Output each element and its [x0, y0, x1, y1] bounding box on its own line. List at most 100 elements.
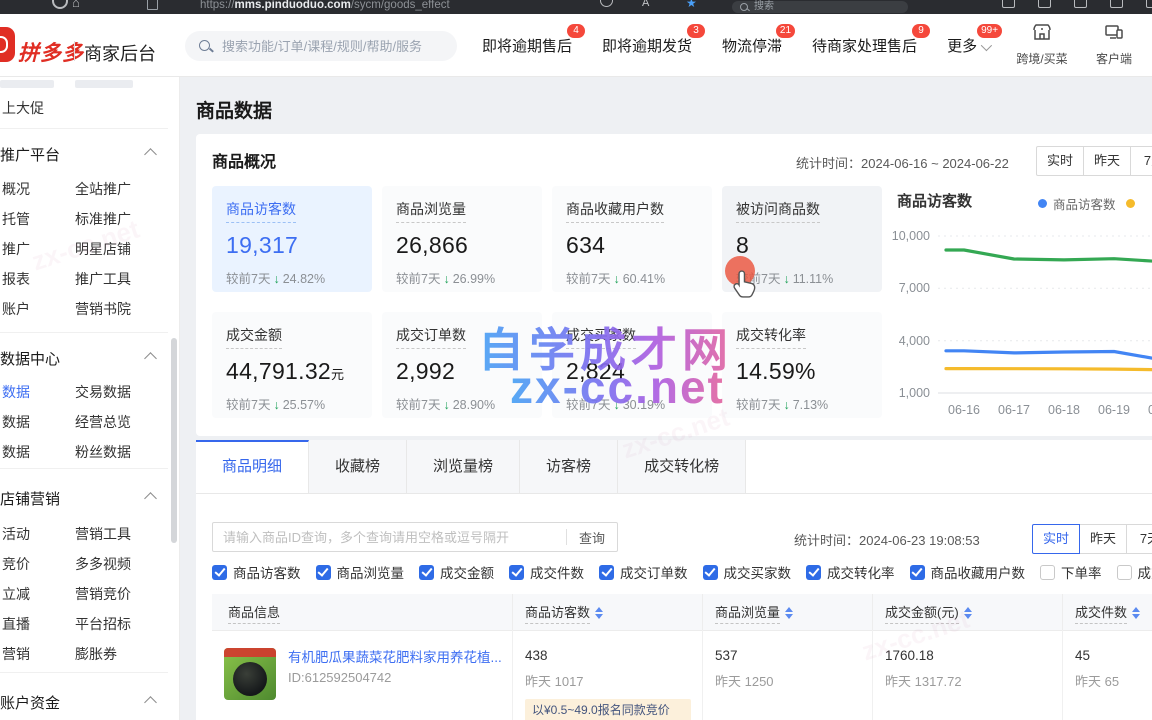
browser-menu-icon[interactable] — [1146, 0, 1152, 8]
chevron-up-icon[interactable] — [144, 492, 157, 505]
range-7day-button[interactable]: 7天 — [1126, 524, 1152, 554]
metric-buyers[interactable]: 成交买家数 — [703, 562, 792, 582]
nav-more[interactable]: 更多99+ — [947, 35, 989, 56]
sidebar-item[interactable]: 推广 — [2, 239, 30, 259]
product-id-input[interactable] — [213, 530, 566, 545]
tab-favorites-rank[interactable]: 收藏榜 — [309, 440, 407, 493]
chevron-up-icon[interactable] — [144, 148, 157, 161]
checkbox-icon[interactable] — [316, 565, 331, 580]
stat-card-buyers[interactable]: 成交买家数 2,824 较前7天30.19% — [552, 312, 712, 418]
quick-client-app[interactable]: 客户端 — [1086, 22, 1142, 67]
browser-split-screen-icon[interactable] — [1038, 0, 1051, 8]
sidebar-item[interactable]: 交易数据 — [75, 382, 131, 402]
header-search-box[interactable] — [185, 31, 457, 61]
product-title-link[interactable]: 有机肥瓜果蔬菜花肥料家用养花植... — [288, 646, 502, 666]
product-image[interactable] — [224, 648, 276, 700]
sidebar-item[interactable]: 全站推广 — [75, 179, 131, 199]
tab-pageview-rank[interactable]: 浏览量榜 — [407, 440, 520, 493]
sidebar-item[interactable]: 标准推广 — [75, 209, 131, 229]
metric-quantity[interactable]: 成交件数 — [509, 562, 584, 582]
header-search-input[interactable] — [220, 38, 444, 55]
browser-extension-icon[interactable] — [600, 0, 613, 7]
checkbox-icon[interactable] — [509, 565, 524, 580]
tab-visitor-rank[interactable]: 访客榜 — [520, 440, 618, 493]
nav-logistics-stalled[interactable]: 物流停滞21 — [722, 35, 782, 56]
sidebar-item[interactable]: 托管 — [2, 209, 30, 229]
sidebar-item[interactable]: 直播 — [2, 614, 30, 634]
metric-gmv[interactable]: 成交金额 — [419, 562, 494, 582]
metric-order-rate[interactable]: 下单率 — [1040, 562, 1102, 582]
browser-home-icon[interactable]: ⌂ — [72, 0, 80, 10]
metric-conversion[interactable]: 成交转化率 — [806, 562, 895, 582]
sidebar-item[interactable]: 活动 — [2, 524, 30, 544]
tab-conversion-rank[interactable]: 成交转化榜 — [618, 440, 746, 493]
sidebar-item[interactable]: 概况 — [2, 179, 30, 199]
browser-bookmark-star-icon[interactable]: ★ — [686, 0, 697, 10]
stat-card-conversion[interactable]: 成交转化率 14.59% 较前7天7.13% — [722, 312, 882, 418]
chevron-up-icon[interactable] — [144, 696, 157, 709]
sidebar-item[interactable]: 营销书院 — [75, 299, 131, 319]
sidebar-item[interactable]: 营销竞价 — [75, 584, 131, 604]
range-realtime-button[interactable]: 实时 — [1036, 146, 1084, 176]
sidebar-item[interactable]: 平台招标 — [75, 614, 131, 634]
sort-icon[interactable] — [785, 607, 793, 619]
metric-deal-rate[interactable]: 成交率 — [1117, 562, 1152, 582]
checkbox-icon[interactable] — [1117, 565, 1132, 580]
stat-card-favorites[interactable]: 商品收藏用户数 634 较前7天60.41% — [552, 186, 712, 292]
checkbox-icon[interactable] — [910, 565, 925, 580]
query-button[interactable]: 查询 — [567, 528, 617, 547]
sort-icon[interactable] — [964, 607, 972, 619]
quick-crossborder[interactable]: 跨境/买菜 — [1014, 22, 1070, 67]
sidebar-item[interactable]: 报表 — [2, 269, 30, 289]
tab-goods-detail[interactable]: 商品明细 — [196, 440, 309, 493]
sidebar-item-goods-data-active[interactable]: 数据 — [2, 382, 30, 402]
legend-label[interactable]: 商品访客数 — [1053, 194, 1116, 213]
legend-dot-yellow[interactable] — [1126, 199, 1135, 208]
metric-visitors[interactable]: 商品访客数 — [212, 562, 301, 582]
browser-address-bar[interactable]: https://mms.pinduoduo.com/sycm/goods_eff… — [200, 0, 450, 11]
sidebar-item[interactable]: 多多视频 — [75, 554, 131, 574]
stat-card-visitors[interactable]: 商品访客数 19,317 较前7天24.82% — [212, 186, 372, 292]
sidebar-item[interactable]: 营销工具 — [75, 524, 131, 544]
browser-search-box[interactable]: 搜索 — [732, 1, 908, 13]
bid-promo-tag[interactable]: 以¥0.5~49.0报名同款竞价 — [525, 699, 691, 720]
range-7day-button[interactable]: 7天 — [1130, 146, 1152, 176]
stat-card-pageviews[interactable]: 商品浏览量 26,866 较前7天26.99% — [382, 186, 542, 292]
stat-card-gmv[interactable]: 成交金额 44,791.32元 较前7天25.57% — [212, 312, 372, 418]
nav-overdue-shipping[interactable]: 即将逾期发货3 — [602, 35, 692, 56]
browser-reload-icon[interactable] — [52, 0, 68, 9]
sort-icon[interactable] — [1132, 607, 1140, 619]
browser-reader-icon[interactable]: A — [642, 0, 649, 9]
sidebar-item[interactable]: 膨胀券 — [75, 644, 117, 664]
browser-apps-icon[interactable] — [1110, 0, 1123, 8]
sort-icon[interactable] — [595, 607, 603, 619]
nav-pending-aftersales[interactable]: 待商家处理售后9 — [812, 35, 917, 56]
sidebar-item[interactable]: 数据 — [2, 412, 30, 432]
sidebar-item-promo[interactable]: 上大促 — [2, 98, 44, 118]
sidebar-item[interactable]: 明星店铺 — [75, 239, 131, 259]
metric-orders[interactable]: 成交订单数 — [599, 562, 688, 582]
stat-card-orders[interactable]: 成交订单数 2,992 较前7天28.90% — [382, 312, 542, 418]
checkbox-icon[interactable] — [599, 565, 614, 580]
sidebar-item[interactable]: 账户 — [2, 299, 30, 319]
pinduoduo-logo-icon[interactable] — [0, 27, 15, 62]
checkbox-icon[interactable] — [212, 565, 227, 580]
nav-overdue-aftersales[interactable]: 即将逾期售后4 — [482, 35, 572, 56]
sidebar-scrollbar[interactable] — [171, 338, 177, 543]
checkbox-icon[interactable] — [703, 565, 718, 580]
checkbox-icon[interactable] — [419, 565, 434, 580]
metric-pageviews[interactable]: 商品浏览量 — [316, 562, 405, 582]
range-yesterday-button[interactable]: 昨天 — [1079, 524, 1127, 554]
checkbox-icon[interactable] — [806, 565, 821, 580]
browser-downloads-icon[interactable] — [1074, 0, 1087, 8]
browser-favorites-icon[interactable] — [1002, 0, 1015, 8]
sidebar-item[interactable]: 立减 — [2, 584, 30, 604]
chevron-up-icon[interactable] — [144, 352, 157, 365]
stat-card-visited-goods[interactable]: 被访问商品数 8 较前7天11.11% — [722, 186, 882, 292]
sidebar-item[interactable]: 推广工具 — [75, 269, 131, 289]
checkbox-icon[interactable] — [1040, 565, 1055, 580]
range-realtime-button[interactable]: 实时 — [1032, 524, 1080, 554]
sidebar-item[interactable]: 数据 — [2, 442, 30, 462]
sidebar-item[interactable]: 粉丝数据 — [75, 442, 131, 462]
sidebar-item[interactable]: 营销 — [2, 644, 30, 664]
